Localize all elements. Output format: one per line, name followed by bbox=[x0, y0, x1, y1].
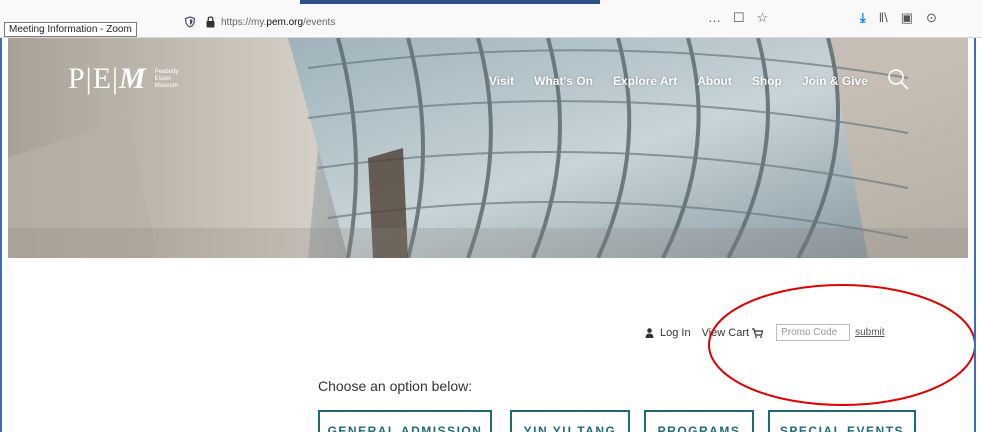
library-icon[interactable]: ‖\ bbox=[879, 11, 888, 25]
download-icon[interactable]: ⤓ bbox=[860, 11, 866, 25]
programs-button[interactable]: PROGRAMS bbox=[644, 410, 754, 432]
pem-logo[interactable]: P|E|M Peabody Essex Museum bbox=[68, 64, 178, 94]
general-admission-button[interactable]: GENERAL ADMISSION bbox=[318, 410, 492, 432]
promo-code-input[interactable] bbox=[776, 324, 851, 341]
url-actions: … ☐ ☆ bbox=[708, 11, 768, 25]
login-link[interactable]: Log In bbox=[660, 327, 691, 339]
url-domain: pem.org bbox=[266, 16, 304, 28]
hero-banner: P|E|M Peabody Essex Museum Visit What's … bbox=[8, 38, 968, 258]
url-prefix: https://my. bbox=[221, 16, 267, 28]
bookmark-star-icon[interactable]: ☆ bbox=[757, 11, 769, 25]
nav-item-explore-art[interactable]: Explore Art bbox=[613, 74, 677, 88]
main-nav: Visit What's On Explore Art About Shop J… bbox=[489, 74, 888, 88]
logo-subtitle: Peabody Essex Museum bbox=[155, 69, 179, 90]
logo-sub-line3: Museum bbox=[154, 82, 178, 89]
cart-icon[interactable] bbox=[752, 327, 764, 338]
search-icon[interactable] bbox=[887, 68, 909, 90]
logo-mark-m: M bbox=[119, 62, 147, 95]
promo-submit-link[interactable]: submit bbox=[855, 327, 884, 338]
nav-item-join-give[interactable]: Join & Give bbox=[802, 74, 868, 88]
view-cart-link[interactable]: View Cart bbox=[702, 327, 749, 339]
tracking-shield-icon[interactable] bbox=[184, 16, 196, 28]
nav-item-shop[interactable]: Shop bbox=[752, 74, 782, 88]
logo-sub-line1: Peabody bbox=[154, 68, 179, 75]
nav-item-about[interactable]: About bbox=[697, 74, 732, 88]
window-accent-strip bbox=[300, 0, 600, 4]
account-icon[interactable]: ⊙ bbox=[926, 11, 937, 25]
screen: Meeting Information - Zoom https://my.pe… bbox=[0, 0, 982, 432]
option-buttons: GENERAL ADMISSION YIN YU TANG PROGRAMS S… bbox=[318, 410, 968, 432]
page-actions-icon[interactable]: … bbox=[708, 11, 721, 25]
nav-item-whats-on[interactable]: What's On bbox=[534, 74, 593, 88]
yin-yu-tang-button[interactable]: YIN YU TANG bbox=[510, 410, 630, 432]
lock-icon[interactable] bbox=[205, 16, 216, 28]
logo-sub-line2: Essex bbox=[154, 75, 172, 82]
choose-option-label: Choose an option below: bbox=[318, 378, 473, 394]
special-events-button[interactable]: SPECIAL EVENTS bbox=[768, 410, 916, 432]
red-annotation-ellipse bbox=[708, 284, 976, 406]
logo-mark: P|E|M bbox=[68, 64, 147, 94]
nav-item-visit[interactable]: Visit bbox=[489, 74, 514, 88]
url-path: /events bbox=[303, 16, 336, 28]
zoom-tooltip: Meeting Information - Zoom bbox=[4, 22, 137, 37]
utility-bar: Log In View Cart submit bbox=[645, 324, 885, 341]
url-text[interactable]: https://my.pem.org/events bbox=[221, 17, 335, 28]
user-icon bbox=[645, 327, 654, 338]
logo-mark-pe: P|E| bbox=[68, 62, 120, 95]
url-bar[interactable]: https://my.pem.org/events bbox=[176, 11, 796, 33]
pocket-icon[interactable]: ☐ bbox=[733, 11, 745, 25]
sidebar-icon[interactable]: ▣ bbox=[901, 11, 913, 25]
browser-toolbar: Meeting Information - Zoom https://my.pe… bbox=[0, 0, 982, 38]
toolbar-right: ⤓ ‖\ ▣ ⊙ bbox=[860, 11, 937, 25]
